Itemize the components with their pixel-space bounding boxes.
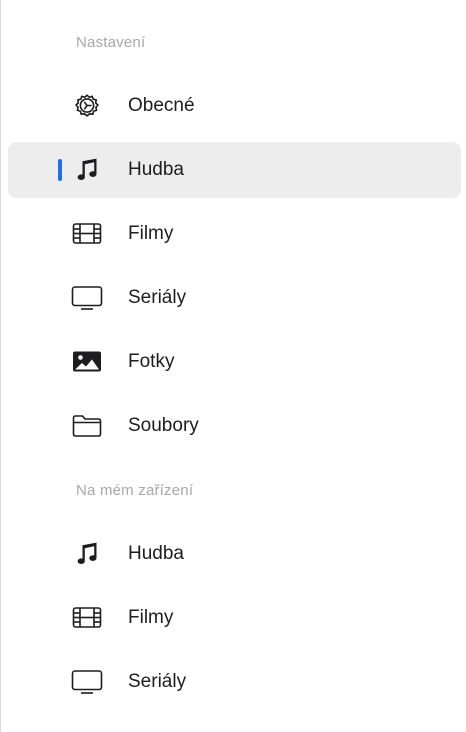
photo-icon bbox=[70, 347, 104, 377]
sidebar-item-general[interactable]: Obecné bbox=[8, 78, 461, 134]
section-header-on-device: Na mém zařízení bbox=[76, 482, 194, 499]
sidebar-item-photos[interactable]: Fotky bbox=[8, 334, 461, 390]
sidebar-item-movies[interactable]: Filmy bbox=[8, 206, 461, 262]
sidebar-item-files[interactable]: Soubory bbox=[8, 398, 461, 454]
music-note-icon bbox=[70, 539, 104, 569]
film-strip-icon bbox=[70, 603, 104, 633]
sidebar-item-device-tv-shows[interactable]: Seriály bbox=[8, 654, 461, 710]
selection-indicator bbox=[58, 159, 62, 181]
folder-icon bbox=[70, 411, 104, 441]
sidebar-item-label: Hudba bbox=[128, 159, 184, 180]
music-note-icon bbox=[70, 155, 104, 185]
sidebar-item-label: Seriály bbox=[128, 287, 187, 308]
sidebar: Nastavení Obecné Hudba Filmy Seriály Fot… bbox=[0, 0, 466, 732]
sidebar-item-label: Seriály bbox=[128, 671, 187, 692]
sidebar-item-tv-shows[interactable]: Seriály bbox=[8, 270, 461, 326]
sidebar-item-label: Fotky bbox=[128, 351, 175, 372]
sidebar-item-label: Obecné bbox=[128, 95, 195, 116]
film-strip-icon bbox=[70, 219, 104, 249]
sidebar-item-device-music[interactable]: Hudba bbox=[8, 526, 461, 582]
sidebar-item-label: Hudba bbox=[128, 543, 184, 564]
sidebar-item-device-movies[interactable]: Filmy bbox=[8, 590, 461, 646]
sidebar-item-label: Soubory bbox=[128, 415, 199, 436]
tv-monitor-icon bbox=[70, 667, 104, 697]
sidebar-item-music[interactable]: Hudba bbox=[8, 142, 461, 198]
section-header-settings: Nastavení bbox=[76, 34, 146, 51]
sidebar-item-label: Filmy bbox=[128, 607, 174, 628]
gear-icon bbox=[70, 91, 104, 121]
sidebar-item-label: Filmy bbox=[128, 223, 174, 244]
tv-monitor-icon bbox=[70, 283, 104, 313]
